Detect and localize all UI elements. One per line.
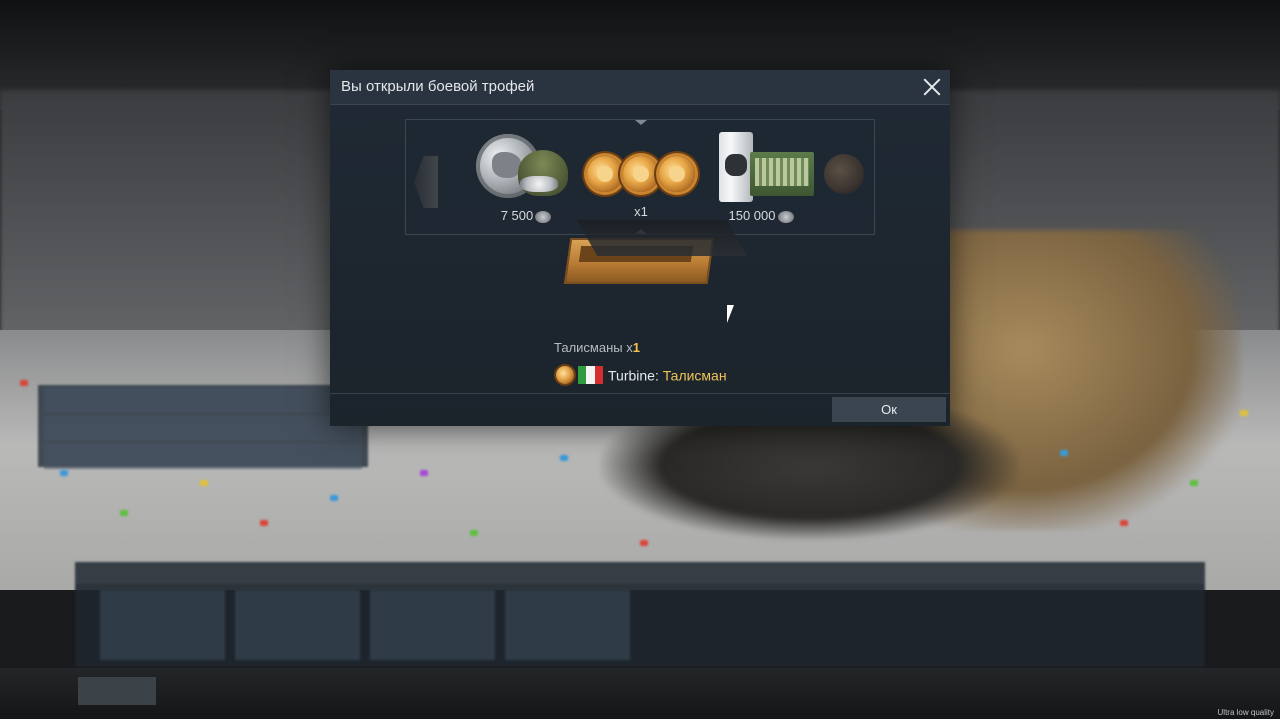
silver-ingot-icon (719, 132, 753, 202)
confetti (120, 510, 128, 516)
mouse-cursor-icon (727, 305, 734, 323)
confetti (640, 540, 648, 546)
ammo-box-icon (750, 152, 814, 196)
talisman-icon (556, 366, 574, 385)
dialog-title: Вы открыли боевой трофей (341, 78, 535, 95)
confetti (200, 480, 208, 486)
background-bottom-bar (0, 668, 1280, 719)
opened-crate-icon (563, 220, 748, 288)
dialog-divider (330, 393, 950, 394)
confetti (260, 520, 268, 526)
confetti (1190, 480, 1198, 486)
trophy-dialog: Вы открыли боевой трофей 7 500 x1 150 00… (330, 70, 950, 426)
confetti (1120, 520, 1128, 526)
reward-heading: Талисманы x1 (554, 340, 640, 355)
quality-indicator: Ultra low quality (1217, 708, 1274, 717)
confetti (20, 380, 28, 386)
reward-carousel: 7 500 x1 150 000 (405, 119, 875, 235)
ok-button[interactable]: Ок (832, 397, 946, 422)
confetti (420, 470, 428, 476)
carousel-item-silver-lions-pack: 150 000 (406, 120, 874, 234)
confetti (470, 530, 478, 536)
silver-lion-icon (777, 210, 794, 223)
close-icon[interactable] (920, 75, 944, 99)
confetti (60, 470, 68, 476)
confetti (1060, 450, 1068, 456)
confetti (560, 455, 568, 461)
italy-flag-icon (578, 366, 603, 385)
confetti (330, 495, 338, 501)
background-menu-panel (38, 385, 368, 469)
dialog-header: Вы открыли боевой трофей (330, 70, 950, 105)
next-reward-coin-icon (824, 154, 864, 194)
vehicle-name: Turbine: (608, 367, 659, 384)
vehicle-reward-type: Талисман (662, 367, 727, 384)
reward-line: Turbine: Талисман (556, 366, 727, 386)
background-vehicle-bar (75, 562, 1205, 667)
background-button (78, 677, 156, 705)
confetti (1240, 410, 1248, 416)
